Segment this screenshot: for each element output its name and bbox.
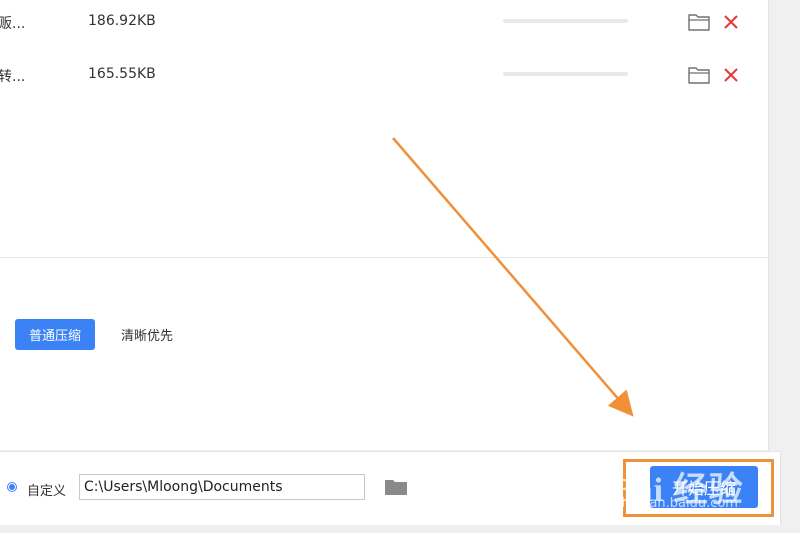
clarity-first-button[interactable]: 清晰优先 xyxy=(109,319,185,350)
custom-path-radio[interactable] xyxy=(7,482,17,492)
window-bottom-edge xyxy=(0,525,800,533)
output-path-input[interactable] xyxy=(79,474,365,500)
custom-path-label: 自定义 xyxy=(27,484,67,499)
app-window: 贩... 186.92KB 转... 165.55KB 普通压缩 清晰优先 自定… xyxy=(0,0,800,533)
folder-icon[interactable] xyxy=(687,11,711,33)
close-icon[interactable] xyxy=(722,65,740,85)
radio-selected-dot xyxy=(9,484,15,490)
file-size: 165.55KB xyxy=(88,66,156,82)
file-row: 贩... 186.92KB xyxy=(0,2,768,42)
folder-icon[interactable] xyxy=(384,477,408,497)
file-size: 186.92KB xyxy=(88,13,156,29)
file-name: 贩... xyxy=(0,16,26,32)
progress-bar xyxy=(503,72,628,76)
file-name: 转... xyxy=(0,69,26,85)
folder-icon[interactable] xyxy=(687,64,711,86)
file-row: 转... 165.55KB xyxy=(0,55,768,95)
start-compress-button[interactable]: 开始压缩 xyxy=(650,466,758,508)
close-icon[interactable] xyxy=(722,12,740,32)
normal-compress-button[interactable]: 普通压缩 xyxy=(15,319,95,350)
progress-bar xyxy=(503,19,628,23)
file-list-panel: 贩... 186.92KB 转... 165.55KB xyxy=(0,0,769,258)
compression-mode-area xyxy=(0,258,769,450)
